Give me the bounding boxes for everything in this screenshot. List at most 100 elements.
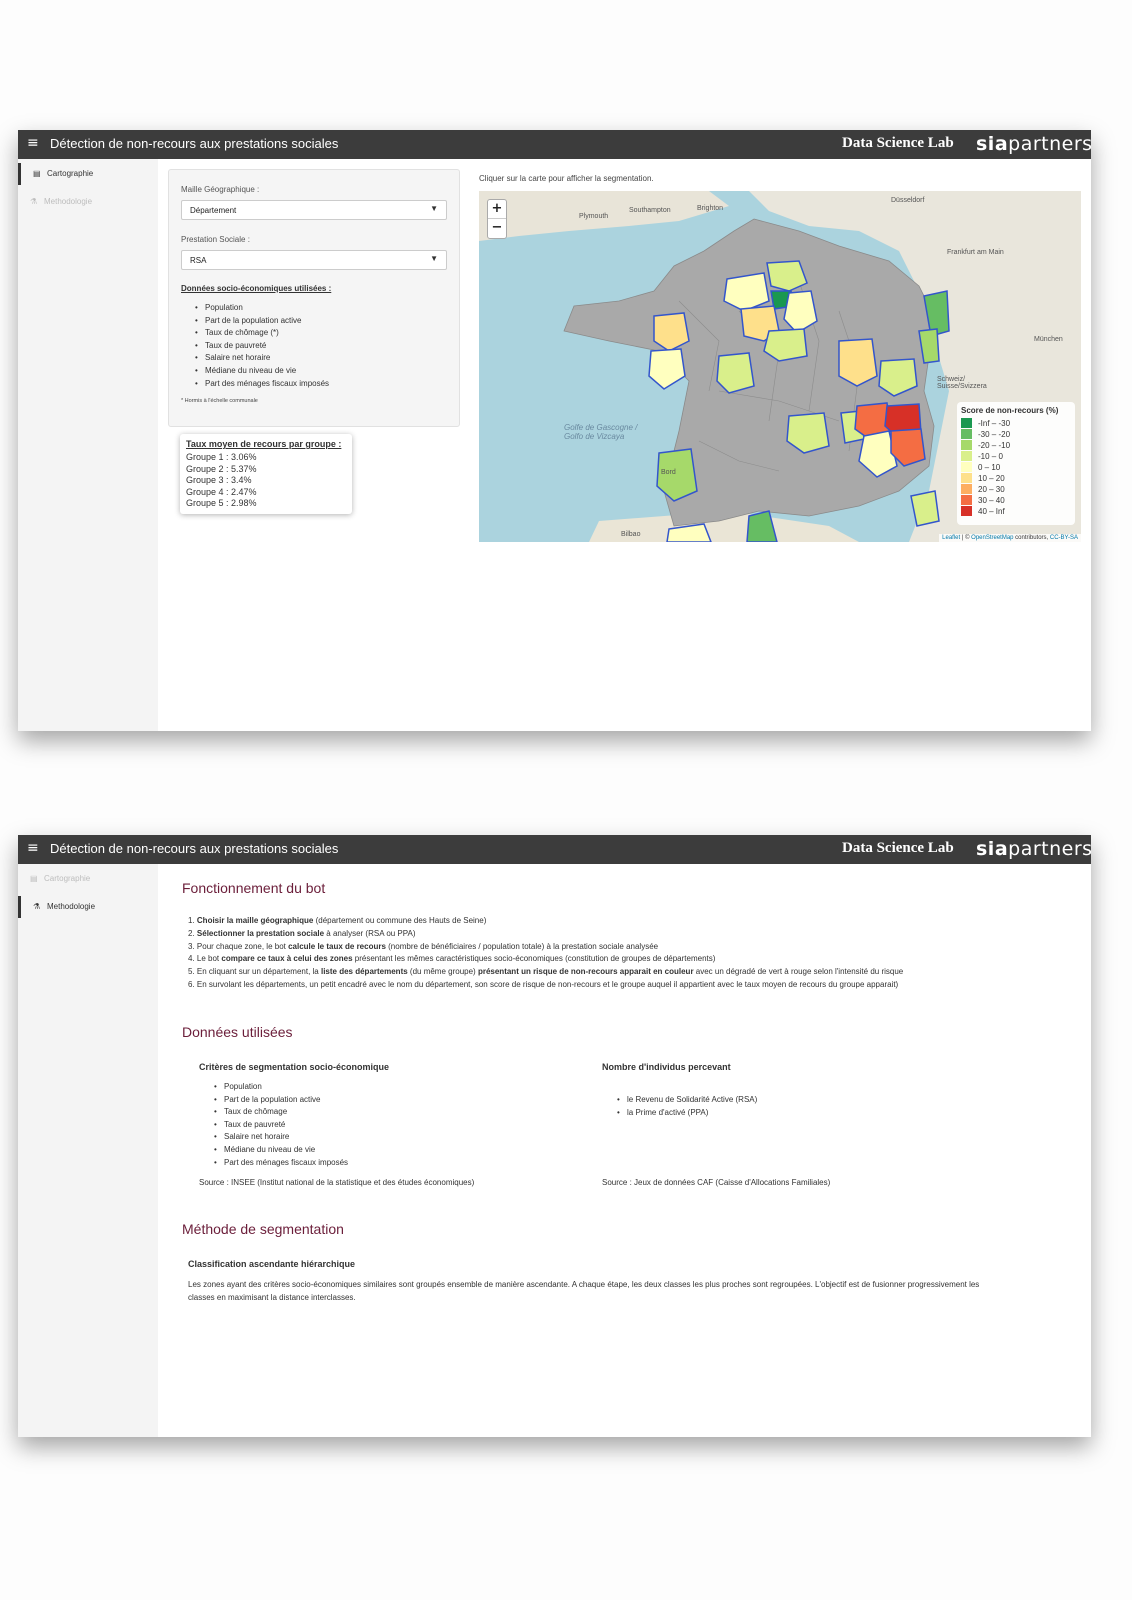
- app-title: Détection de non-recours aux prestations…: [50, 841, 339, 856]
- legend-swatch: [961, 418, 972, 428]
- map-label-suisse: Schweiz/ Suisse/Svizzera: [937, 376, 987, 390]
- sidebar-item-label: Cartographie: [47, 169, 94, 178]
- step-item: 5. En cliquant sur un département, la li…: [188, 967, 904, 977]
- app-window-methodologie: ≡ Détection de non-recours aux prestatio…: [18, 835, 1093, 1437]
- map-label-munchen: München: [1034, 336, 1063, 343]
- donnees-title: Données socio-économiques utilisées :: [181, 284, 332, 293]
- footnote: * Hormis à l'échelle communale: [181, 398, 258, 404]
- step-item: 1. Choisir la maille géographique (dépar…: [188, 916, 487, 925]
- recours-group: Groupe 3 : 3.4%: [186, 475, 252, 485]
- list-item: Population: [212, 1082, 348, 1095]
- map-legend: Score de non-recours (%) -Inf – -30 -30 …: [957, 402, 1075, 525]
- criteres-title: Critères de segmentation socio-économiqu…: [199, 1062, 390, 1072]
- department-shape[interactable]: [716, 352, 755, 394]
- legend-label: 30 – 40: [978, 496, 1005, 505]
- map-label-plymouth: Plymouth: [579, 213, 609, 220]
- sidebar: ▤ Cartographie ⚗ Methodologie: [18, 864, 158, 1437]
- department-shape[interactable]: [763, 328, 808, 362]
- top-navbar: ≡ Détection de non-recours aux prestatio…: [18, 130, 1092, 159]
- prestation-value: RSA: [190, 256, 207, 265]
- map-icon: ▤: [30, 874, 38, 883]
- legend-label: 40 – Inf: [978, 507, 1005, 516]
- flask-icon: ⚗: [33, 902, 41, 911]
- map-hint: Cliquer sur la carte pour afficher la se…: [479, 174, 654, 183]
- recours-group: Groupe 1 : 3.06%: [186, 452, 257, 462]
- recours-title: Taux moyen de recours par groupe :: [186, 439, 342, 449]
- recours-group: Groupe 4 : 2.47%: [186, 486, 257, 497]
- list-item: Part de la population active: [193, 316, 329, 329]
- sidebar-item-label: Methodologie: [44, 197, 93, 206]
- sidebar-item-cartographie[interactable]: ▤ Cartographie: [18, 868, 158, 890]
- individus-source: Source : Jeux de données CAF (Caisse d'A…: [602, 1178, 831, 1187]
- map-label-bordeaux: Bord: [661, 469, 676, 476]
- sidebar-item-cartographie[interactable]: ▤ Cartographie: [18, 163, 161, 185]
- legend-swatch: [961, 429, 972, 439]
- map-label-brighton: Brighton: [697, 205, 724, 212]
- app-window-cartographie: ≡ Détection de non-recours aux prestatio…: [18, 130, 1092, 731]
- heading-fonctionnement: Fonctionnement du bot: [182, 880, 326, 896]
- recours-box: Taux moyen de recours par groupe : Group…: [180, 434, 352, 514]
- legend-label: 10 – 20: [978, 474, 1005, 483]
- leaflet-link[interactable]: Leaflet: [942, 535, 960, 541]
- map-label-frankfurt: Frankfurt am Main: [947, 249, 1004, 256]
- legend-label: -30 – -20: [978, 430, 1011, 439]
- legend-swatch: [961, 473, 972, 483]
- list-item: Salaire net horaire: [212, 1132, 348, 1145]
- list-item: Médiane du niveau de vie: [212, 1145, 348, 1158]
- prestation-label: Prestation Sociale :: [181, 235, 250, 244]
- legend-swatch: [961, 506, 972, 516]
- maille-label: Maille Géographique :: [181, 185, 260, 194]
- chevron-down-icon: ▼: [430, 204, 438, 213]
- step-item: 4. Le bot compare ce taux à celui des zo…: [188, 954, 716, 964]
- choropleth-map[interactable]: Plymouth Southampton Brighton Düsseldorf…: [479, 191, 1081, 542]
- list-item: Taux de chômage (*): [193, 328, 329, 341]
- department-shape[interactable]: [648, 348, 686, 390]
- zoom-out-button[interactable]: −: [488, 219, 506, 237]
- heading-methode: Méthode de segmentation: [182, 1221, 344, 1237]
- map-icon: ▤: [33, 169, 41, 178]
- sidebar-item-methodologie[interactable]: ⚗ Methodologie: [18, 191, 158, 213]
- legend-label: -10 – 0: [978, 452, 1003, 461]
- step-item: 3. Pour chaque zone, le bot calcule le t…: [188, 941, 659, 951]
- list-item: Médiane du niveau de vie: [193, 366, 329, 379]
- step-item: 2. Sélectionner la prestation sociale à …: [188, 928, 416, 938]
- sidebar: ▤ Cartographie ⚗ Methodologie: [18, 159, 158, 731]
- department-shape[interactable]: [910, 490, 940, 527]
- criteres-source: Source : INSEE (Institut national de la …: [199, 1178, 475, 1187]
- top-navbar: ≡ Détection de non-recours aux prestatio…: [18, 835, 1093, 864]
- hamburger-menu-icon[interactable]: ≡: [27, 840, 39, 856]
- legend-label: -20 – -10: [978, 441, 1011, 450]
- legend-title: Score de non-recours (%): [961, 406, 1059, 415]
- list-item: la Prime d'activé (PPA): [615, 1108, 757, 1121]
- license-link[interactable]: CC-BY-SA: [1050, 535, 1078, 541]
- brand-data-science-lab: Data Science Lab: [842, 135, 954, 151]
- main-content: Fonctionnement du bot 1. Choisir la mail…: [158, 864, 1091, 1437]
- department-shape[interactable]: [746, 510, 778, 542]
- department-shape[interactable]: [838, 338, 878, 387]
- list-item: Taux de chômage: [212, 1107, 348, 1120]
- heading-donnees: Données utilisées: [182, 1024, 293, 1040]
- zoom-in-button[interactable]: +: [488, 200, 506, 219]
- hamburger-menu-icon[interactable]: ≡: [27, 135, 39, 151]
- chevron-down-icon: ▼: [430, 254, 438, 263]
- recours-group: Groupe 5 : 2.98%: [186, 498, 257, 508]
- donnees-list: Population Part de la population active …: [193, 303, 329, 391]
- prestation-select[interactable]: RSA ▼: [181, 250, 447, 270]
- map-label-dusseldorf: Düsseldorf: [891, 197, 925, 204]
- brand-data-science-lab: Data Science Lab: [842, 840, 954, 856]
- list-item: le Revenu de Solidarité Active (RSA): [615, 1095, 757, 1108]
- sidebar-item-methodologie[interactable]: ⚗ Methodologie: [18, 896, 161, 918]
- individus-list: le Revenu de Solidarité Active (RSA) la …: [615, 1095, 757, 1120]
- maille-select[interactable]: Département ▼: [181, 200, 447, 220]
- sidebar-item-label: Methodologie: [47, 902, 96, 911]
- app-title: Détection de non-recours aux prestations…: [50, 136, 339, 151]
- brand-sia-partners-logo: siapartners: [976, 838, 1093, 860]
- map-label-bilbao: Bilbao: [621, 531, 641, 538]
- legend-swatch: [961, 440, 972, 450]
- osm-link[interactable]: OpenStreetMap: [971, 535, 1013, 541]
- legend-swatch: [961, 462, 972, 472]
- legend-label: -Inf – -30: [978, 419, 1011, 428]
- steps-list: 1. Choisir la maille géographique (dépar…: [188, 916, 903, 993]
- classif-text: Les zones ayant des critères socio-écono…: [188, 1280, 980, 1302]
- legend-swatch: [961, 451, 972, 461]
